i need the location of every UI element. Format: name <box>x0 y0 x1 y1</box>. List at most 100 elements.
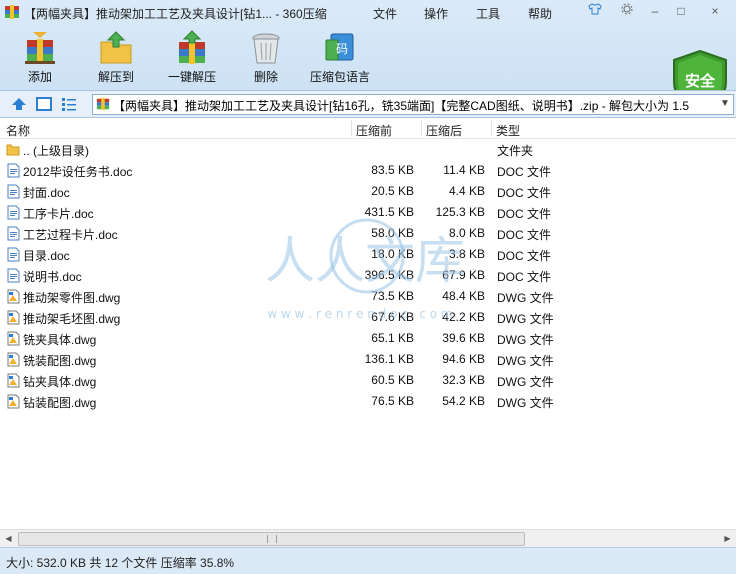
file-compressed-size: 125.3 KB <box>435 205 485 219</box>
list-item[interactable]: 钻装配图.dwg 76.5 KB 54.2 KB DWG 文件 <box>0 391 736 412</box>
file-type: 文件夹 <box>497 144 534 158</box>
file-size: 67.6 KB <box>371 310 414 324</box>
extract-to-label: 解压到 <box>97 70 134 84</box>
file-name: 工序卡片.doc <box>23 207 94 221</box>
file-size: 58.0 KB <box>371 226 414 240</box>
extract-to-button[interactable]: 解压到 <box>84 30 148 88</box>
file-type: DOC 文件 <box>497 186 552 200</box>
file-name: 封面.doc <box>23 186 70 200</box>
file-size: 431.5 KB <box>364 205 414 219</box>
archive-language-label: 压缩包语言 <box>309 70 370 84</box>
settings-gear-icon[interactable] <box>618 3 636 19</box>
app-logo-icon <box>5 5 19 19</box>
column-size[interactable]: 压缩前 <box>356 122 392 139</box>
scroll-right-arrow-icon[interactable]: ▶ <box>719 530 736 547</box>
file-type: DWG 文件 <box>497 375 554 389</box>
thumbnail-view-icon[interactable] <box>36 96 52 112</box>
archive-language-button[interactable]: 码 压缩包语言 <box>308 30 372 88</box>
scroll-left-arrow-icon[interactable]: ◀ <box>0 530 17 547</box>
file-type: DOC 文件 <box>497 165 552 179</box>
file-type: DOC 文件 <box>497 249 552 263</box>
file-compressed-size: 32.3 KB <box>442 373 485 387</box>
list-item[interactable]: 说明书.doc 396.5 KB 67.9 KB DOC 文件 <box>0 265 736 286</box>
file-type: DOC 文件 <box>497 207 552 221</box>
one-click-extract-icon <box>179 30 205 64</box>
delete-button[interactable]: 删除 <box>234 30 298 88</box>
status-bar: 大小: 532.0 KB 共 12 个文件 压缩率 35.8% <box>0 547 736 574</box>
horizontal-scrollbar[interactable]: ◀ ▶ <box>0 529 736 547</box>
list-item[interactable]: 工艺过程卡片.doc 58.0 KB 8.0 KB DOC 文件 <box>0 223 736 244</box>
column-separator[interactable] <box>421 120 422 136</box>
file-type: DWG 文件 <box>497 354 554 368</box>
column-header: 名称 压缩前 压缩后 类型 <box>0 118 736 139</box>
doc-file-icon <box>7 226 20 241</box>
menu-operate[interactable]: 操作 <box>424 5 448 22</box>
doc-file-icon <box>7 163 20 178</box>
file-name: 铣装配图.dwg <box>23 354 97 368</box>
file-type: DOC 文件 <box>497 270 552 284</box>
close-button[interactable]: × <box>706 3 724 19</box>
file-list: 名称 压缩前 压缩后 类型 .. (上级目录) 文件夹 2012毕设任务书.doc 8… <box>0 117 736 530</box>
file-size: 60.5 KB <box>371 373 414 387</box>
file-size: 136.1 KB <box>364 352 414 366</box>
file-name: 钻夹具体.dwg <box>23 375 97 389</box>
file-name: 推动架毛坯图.dwg <box>23 312 121 326</box>
one-click-extract-button[interactable]: 一键解压 <box>160 30 224 88</box>
column-separator[interactable] <box>351 120 352 136</box>
scrollbar-thumb[interactable] <box>18 532 525 546</box>
column-compressed-size[interactable]: 压缩后 <box>426 122 462 139</box>
list-item[interactable]: 目录.doc 18.0 KB 3.8 KB DOC 文件 <box>0 244 736 265</box>
list-item[interactable]: 推动架零件图.dwg 73.5 KB 48.4 KB DWG 文件 <box>0 286 736 307</box>
folder-icon <box>6 144 20 156</box>
column-type[interactable]: 类型 <box>496 122 520 139</box>
doc-file-icon <box>7 205 20 220</box>
add-label: 添加 <box>27 70 52 84</box>
list-item[interactable]: 铣夹具体.dwg 65.1 KB 39.6 KB DWG 文件 <box>0 328 736 349</box>
dwg-file-icon <box>7 331 20 346</box>
file-name: 说明书.doc <box>23 270 82 284</box>
list-item[interactable]: .. (上级目录) 文件夹 <box>0 139 736 160</box>
list-item[interactable]: 封面.doc 20.5 KB 4.4 KB DOC 文件 <box>0 181 736 202</box>
menu-help[interactable]: 帮助 <box>528 5 552 22</box>
dwg-file-icon <box>7 289 20 304</box>
file-compressed-size: 3.8 KB <box>448 247 485 261</box>
file-compressed-size: 4.4 KB <box>448 184 485 198</box>
file-compressed-size: 54.2 KB <box>442 394 485 408</box>
list-item[interactable]: 工序卡片.doc 431.5 KB 125.3 KB DOC 文件 <box>0 202 736 223</box>
security-label: 安全 <box>684 73 715 90</box>
column-name[interactable]: 名称 <box>6 122 30 139</box>
address-path: 【两幅夹具】推动架加工工艺及夹具设计[钻16孔，铣35端面]【完整CAD图纸、说… <box>113 99 690 113</box>
doc-file-icon <box>7 268 20 283</box>
address-dropdown-chevron-icon[interactable]: ▼ <box>717 95 733 114</box>
file-compressed-size: 42.2 KB <box>442 310 485 324</box>
up-arrow-icon[interactable] <box>11 96 27 112</box>
dwg-file-icon <box>7 373 20 388</box>
address-bar: 【两幅夹具】推动架加工工艺及夹具设计[钻16孔，铣35端面]【完整CAD图纸、说… <box>0 90 736 118</box>
menu-tools[interactable]: 工具 <box>476 5 500 22</box>
address-field[interactable]: 【两幅夹具】推动架加工工艺及夹具设计[钻16孔，铣35端面]【完整CAD图纸、说… <box>92 94 734 115</box>
file-type: DWG 文件 <box>497 333 554 347</box>
list-item[interactable]: 铣装配图.dwg 136.1 KB 94.6 KB DWG 文件 <box>0 349 736 370</box>
list-item[interactable]: 钻夹具体.dwg 60.5 KB 32.3 KB DWG 文件 <box>0 370 736 391</box>
app-window: 【两幅夹具】推动架加工工艺及夹具设计[钻1... - 360压缩 文件 操作 工… <box>0 0 736 574</box>
file-name: .. (上级目录) <box>23 144 89 158</box>
list-view-icon[interactable] <box>61 96 77 112</box>
dwg-file-icon <box>7 310 20 325</box>
list-item[interactable]: 推动架毛坯图.dwg 67.6 KB 42.2 KB DWG 文件 <box>0 307 736 328</box>
column-separator[interactable] <box>491 120 492 136</box>
file-size: 20.5 KB <box>371 184 414 198</box>
title-bar[interactable]: 【两幅夹具】推动架加工工艺及夹具设计[钻1... - 360压缩 文件 操作 工… <box>0 0 736 24</box>
status-text: 大小: 532.0 KB 共 12 个文件 压缩率 35.8% <box>6 556 235 570</box>
file-size: 396.5 KB <box>364 268 414 282</box>
add-button[interactable]: 添加 <box>8 30 72 88</box>
file-name: 铣夹具体.dwg <box>23 333 97 347</box>
doc-file-icon <box>7 247 20 262</box>
minimize-button[interactable]: – <box>646 3 664 19</box>
window-title: 【两幅夹具】推动架加工工艺及夹具设计[钻1... - 360压缩 <box>24 7 327 21</box>
list-item[interactable]: 2012毕设任务书.doc 83.5 KB 11.4 KB DOC 文件 <box>0 160 736 181</box>
maximize-button[interactable]: □ <box>672 3 690 19</box>
skin-shirt-icon[interactable] <box>586 3 604 19</box>
menu-file[interactable]: 文件 <box>373 5 397 22</box>
file-size: 18.0 KB <box>371 247 414 261</box>
file-size: 73.5 KB <box>371 289 414 303</box>
